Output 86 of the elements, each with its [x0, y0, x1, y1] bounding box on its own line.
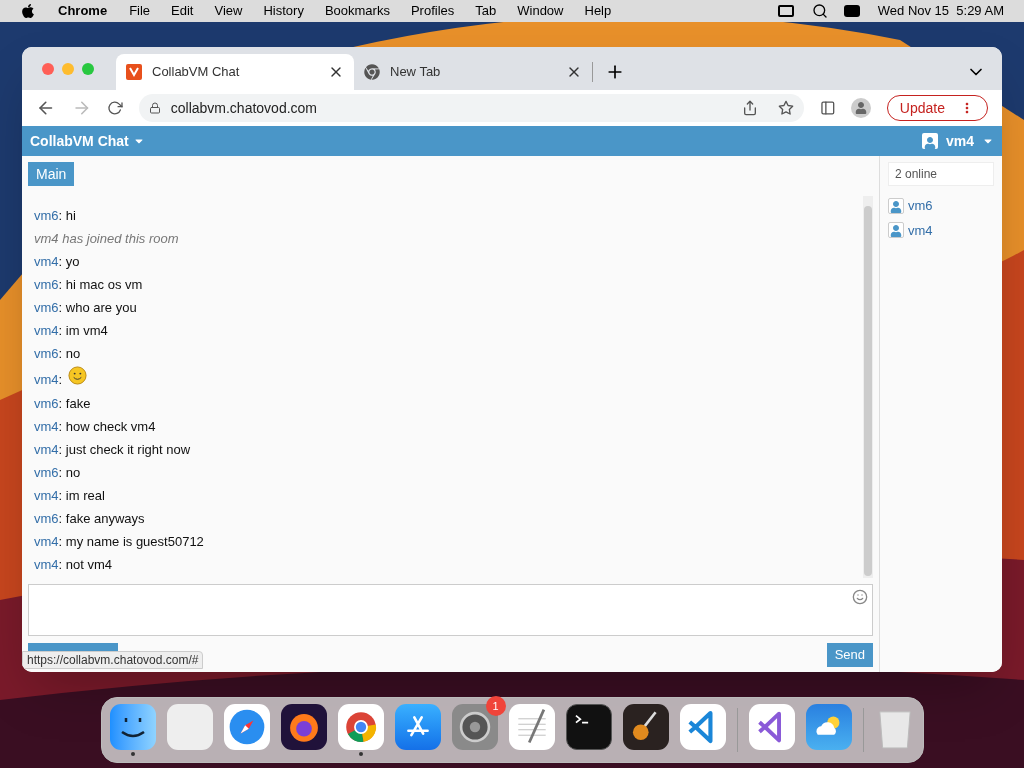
message-text: : im vm4	[58, 323, 108, 338]
search-icon[interactable]	[811, 3, 828, 19]
message-author[interactable]: vm4	[34, 442, 59, 457]
online-user[interactable]: vm4	[908, 220, 933, 240]
compass-icon[interactable]	[223, 704, 270, 750]
room-tab[interactable]: Main	[28, 162, 75, 186]
reload-icon[interactable]	[107, 100, 123, 116]
chrome-icon	[364, 64, 380, 80]
terminal-icon[interactable]	[565, 704, 612, 750]
message-text: : hi mac os vm	[58, 277, 143, 292]
apple-icon[interactable]	[20, 3, 36, 19]
message-author[interactable]: vm4	[34, 254, 59, 269]
message-text: : my name is guest50712	[58, 534, 204, 549]
url-tooltip: https://collabvm.chatovod.com/#	[22, 651, 204, 669]
message-author[interactable]: vm4	[34, 323, 59, 338]
profile-icon[interactable]	[851, 98, 871, 118]
message-text: : fake anyways	[58, 511, 145, 526]
app-store-icon[interactable]	[394, 704, 441, 750]
smiley-icon[interactable]	[852, 589, 868, 605]
gear-icon[interactable]	[451, 704, 498, 750]
message-text: : im real	[58, 488, 105, 503]
url-text: collabvm.chatovod.com	[170, 98, 319, 118]
user-menu[interactable]: vm4	[921, 130, 994, 152]
message-author[interactable]: vm6	[34, 346, 59, 361]
side-panel-icon[interactable]	[819, 100, 836, 116]
lock-icon	[148, 102, 161, 114]
message-author[interactable]: vm4	[34, 369, 59, 389]
system-message: vm4 has joined this room	[34, 230, 180, 248]
message-text: : no	[58, 465, 81, 480]
menu-item[interactable]: Window	[517, 1, 564, 21]
screens-icon[interactable]	[777, 5, 794, 17]
menu-item[interactable]: Bookmarks	[324, 1, 390, 21]
online-count: 2 online	[888, 162, 994, 186]
message-author[interactable]: vm6	[34, 465, 59, 480]
message-text: : just check it right now	[58, 442, 191, 457]
message-input[interactable]	[28, 584, 873, 636]
guitar-icon[interactable]	[622, 704, 669, 750]
code-editor-icon[interactable]	[679, 704, 726, 750]
colon: :	[58, 370, 63, 389]
firefox-icon[interactable]	[280, 704, 327, 750]
app-menu[interactable]: Chrome	[58, 1, 108, 21]
user-avatar-icon	[888, 222, 904, 239]
user-icon	[921, 133, 938, 149]
share-icon[interactable]	[741, 100, 758, 116]
v-logo-icon	[126, 64, 142, 80]
chat-title-menu[interactable]: CollabVM Chat	[30, 130, 145, 152]
message-text: : yo	[58, 254, 80, 269]
message-author[interactable]: vm6	[34, 511, 59, 526]
message-text: : hi	[58, 208, 76, 223]
message-text: : not vm4	[58, 557, 113, 572]
browser-tab[interactable]: New Tab	[354, 54, 592, 90]
message-text: : who are you	[58, 300, 137, 315]
menu-item[interactable]: Tab	[475, 1, 497, 21]
message-author[interactable]: vm4	[34, 534, 59, 549]
user-avatar-icon	[888, 197, 904, 214]
message-author[interactable]: vm6	[34, 396, 59, 411]
tab-title: CollabVM Chat	[152, 63, 241, 82]
menu-item[interactable]: File	[129, 1, 151, 21]
message-text: : how check vm4	[58, 419, 156, 434]
message-author[interactable]: vm6	[34, 277, 59, 292]
message-author[interactable]: vm4	[34, 419, 59, 434]
message-text: : fake	[58, 396, 91, 411]
control-center-icon[interactable]	[843, 5, 860, 17]
star-icon[interactable]	[777, 100, 794, 116]
menu-item[interactable]: Help	[584, 1, 612, 21]
menu-item[interactable]: History	[263, 1, 304, 21]
clock[interactable]: Wed Nov 15 5:29 AM	[877, 1, 1004, 21]
menu-item[interactable]: Edit	[171, 1, 194, 21]
menu-item[interactable]: Profiles	[410, 1, 455, 21]
address-bar[interactable]: collabvm.chatovod.com	[138, 94, 804, 122]
send-button[interactable]: Send	[826, 643, 873, 667]
tab-title: New Tab	[390, 63, 442, 82]
browser-tab[interactable]: CollabVM Chat	[116, 54, 354, 90]
finder-icon[interactable]	[109, 704, 156, 750]
message-author[interactable]: vm4	[34, 557, 59, 572]
ide-icon[interactable]	[748, 704, 795, 750]
notepad-icon[interactable]	[508, 704, 555, 750]
weather-icon[interactable]	[805, 704, 852, 750]
online-user[interactable]: vm6	[908, 196, 933, 216]
chrome-icon[interactable]	[337, 704, 384, 750]
smiley-icon	[68, 366, 88, 385]
message-author[interactable]: vm4	[34, 488, 59, 503]
menu-item[interactable]: View	[214, 1, 243, 21]
message-author[interactable]: vm6	[34, 208, 59, 223]
message-author[interactable]: vm6	[34, 300, 59, 315]
message-text: : no	[58, 346, 81, 361]
